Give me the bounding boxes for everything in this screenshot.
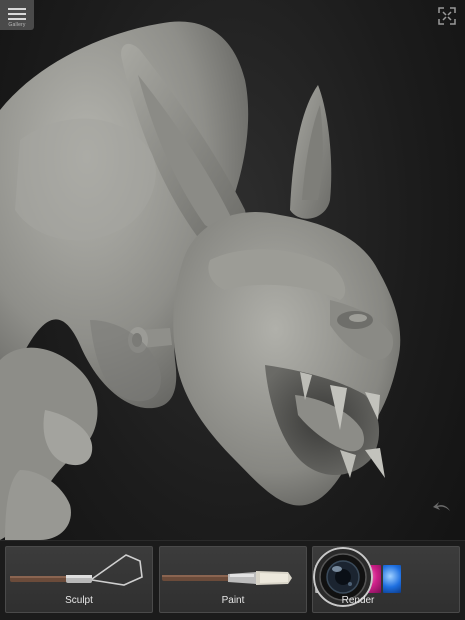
render-label: Render: [341, 595, 375, 606]
sculpt-tool-button[interactable]: Sculpt: [5, 546, 153, 613]
hamburger-menu-icon: [8, 5, 26, 23]
paintbrush-icon: [162, 571, 292, 585]
sculpt-label: Sculpt: [65, 595, 93, 606]
paint-label: Paint: [221, 595, 245, 606]
fullscreen-button[interactable]: [438, 7, 456, 25]
fullscreen-icon: [438, 7, 456, 25]
bottom-toolbar: Sculpt Paint Render: [0, 540, 465, 620]
sculpt-loop-tool-icon: [10, 554, 143, 586]
sculpt-viewport[interactable]: [0, 0, 465, 540]
undo-button[interactable]: [433, 500, 451, 512]
menu-button[interactable]: Gallery: [0, 0, 34, 30]
menu-caption: Gallery: [8, 22, 26, 28]
render-swatch-blue: [383, 565, 401, 593]
render-tool-button[interactable]: Render: [312, 546, 460, 613]
paint-tool-button[interactable]: Paint: [159, 546, 307, 613]
sculpt-model[interactable]: [0, 0, 465, 540]
app-window: Gallery Sculpt Paint Render: [0, 0, 465, 620]
undo-icon: [433, 502, 450, 511]
